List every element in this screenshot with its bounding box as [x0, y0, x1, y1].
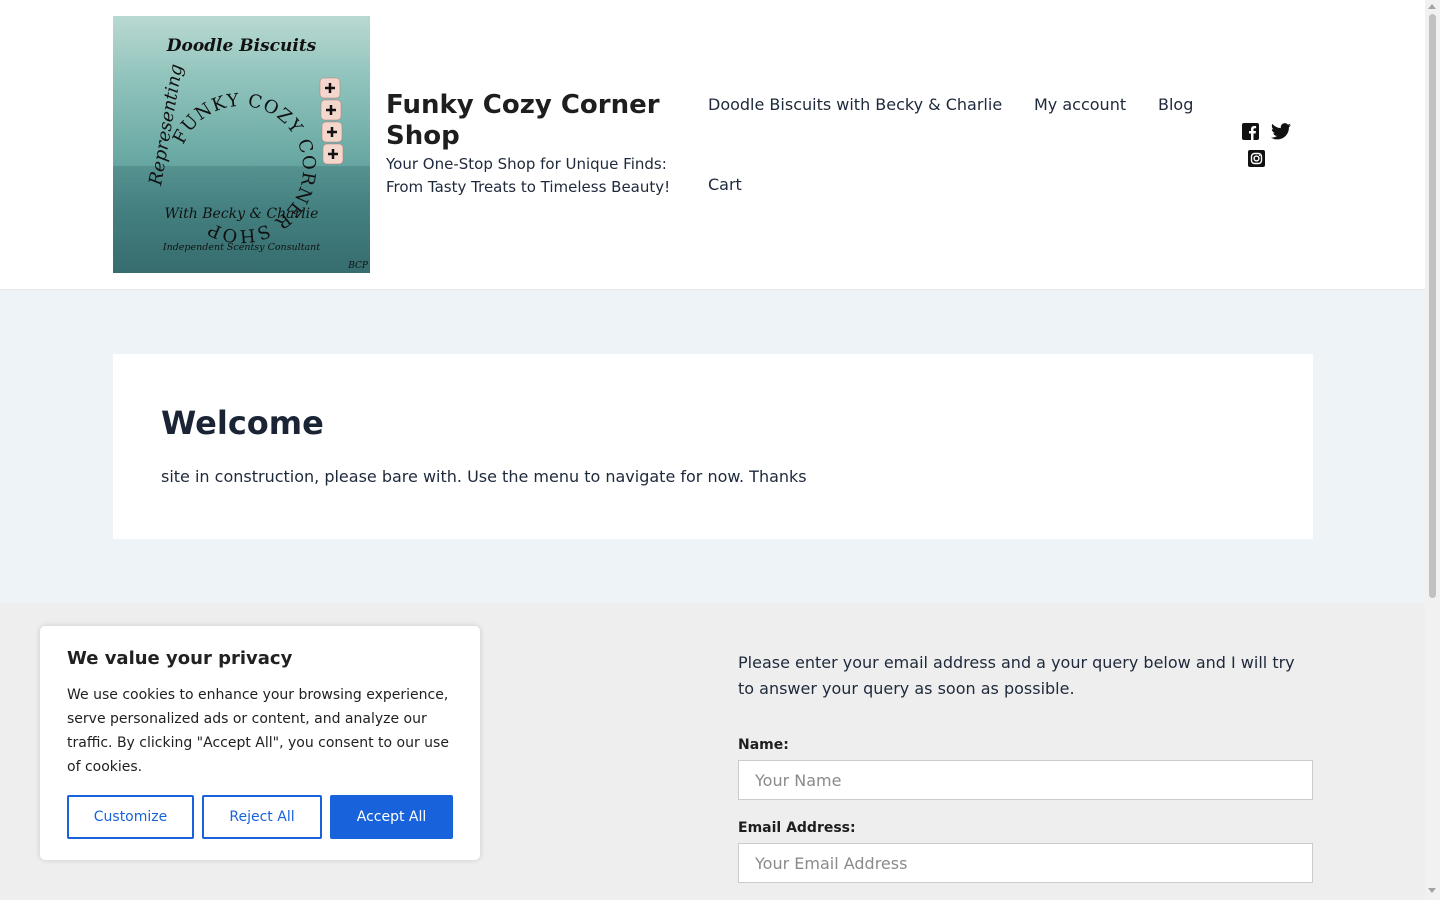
site-logo[interactable]: FUNKY COZY CORNER SHOP Representing Dood… [113, 16, 370, 273]
instagram-icon[interactable] [1248, 150, 1265, 167]
welcome-card: Welcome site in construction, please bar… [113, 354, 1313, 539]
welcome-text: site in construction, please bare with. … [161, 467, 807, 486]
logo-dice [319, 77, 344, 165]
scroll-down-arrow-icon[interactable] [1428, 888, 1436, 893]
accept-all-button[interactable]: Accept All [330, 795, 453, 839]
cookie-banner: We value your privacy We use cookies to … [40, 626, 480, 860]
scrollbar-thumb[interactable] [1429, 14, 1436, 598]
nav-item-doodle-biscuits[interactable]: Doodle Biscuits with Becky & Charlie [708, 95, 1002, 114]
twitter-icon[interactable] [1271, 123, 1291, 140]
nav-item-cart[interactable]: Cart [708, 175, 742, 194]
reject-all-button[interactable]: Reject All [202, 795, 322, 839]
site-title[interactable]: Funky Cozy Corner Shop [386, 90, 686, 152]
page-scrollbar[interactable] [1425, 0, 1440, 900]
logo-sub-text: Independent Scentsy Consultant [162, 242, 321, 253]
nav-item-blog[interactable]: Blog [1158, 95, 1193, 114]
logo-top-text: Doodle Biscuits [166, 36, 317, 56]
name-label: Name: [738, 737, 789, 753]
logo-bottom-text: With Becky & Charlie [164, 206, 319, 222]
site-tagline: Your One-Stop Shop for Unique Finds: Fro… [386, 155, 671, 196]
scroll-up-arrow-icon[interactable] [1428, 4, 1436, 9]
facebook-icon[interactable] [1242, 123, 1259, 140]
page-title: Welcome [161, 404, 324, 442]
cookie-text: We use cookies to enhance your browsing … [67, 687, 449, 775]
nav-item-my-account[interactable]: My account [1034, 95, 1126, 114]
cookie-title: We value your privacy [67, 648, 293, 669]
email-input[interactable] [738, 843, 1313, 883]
contact-intro: Please enter your email address and a yo… [738, 653, 1295, 698]
site-header: FUNKY COZY CORNER SHOP Representing Dood… [0, 0, 1425, 290]
email-label: Email Address: [738, 820, 856, 836]
logo-initials: BCP [348, 261, 368, 271]
name-input[interactable] [738, 760, 1313, 800]
customize-button[interactable]: Customize [67, 795, 194, 839]
